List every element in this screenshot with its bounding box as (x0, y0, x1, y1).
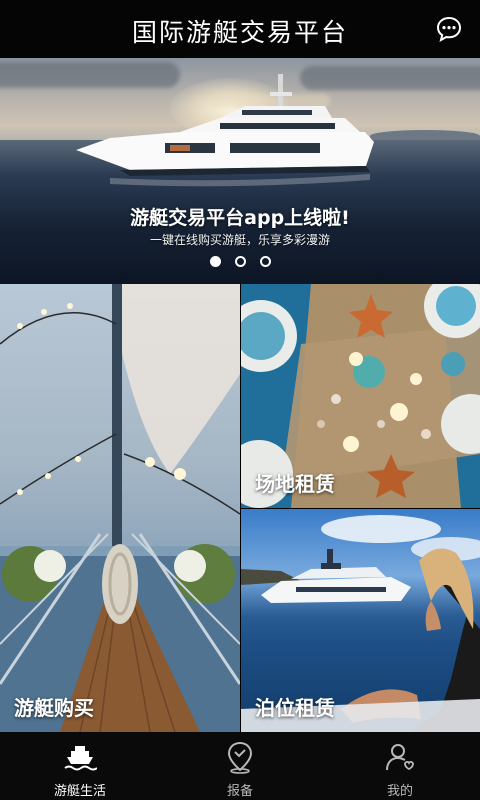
nav-item-yacht-life[interactable]: 游艇生活 (0, 732, 160, 800)
nav-label: 报备 (226, 784, 253, 799)
yacht-icon (64, 746, 97, 771)
banner-title: 游艇交易平台app上线啦! (130, 207, 350, 229)
carousel-dot[interactable] (234, 256, 246, 267)
nav-item-report[interactable]: 报备 (160, 732, 320, 800)
location-pin-icon (227, 741, 253, 774)
yacht-bow-image (0, 284, 240, 732)
nav-label: 游艇生活 (53, 784, 106, 799)
page-title: 国际游艇交易平台 (131, 18, 348, 47)
nav-item-me[interactable]: 我的 (320, 732, 480, 800)
carousel-dot[interactable] (209, 256, 221, 267)
chat-bubble-icon (436, 16, 462, 43)
bottom-nav: 游艇生活 报备 我的 (0, 732, 480, 800)
banner-carousel[interactable]: 游艇交易平台app上线啦! 一键在线购买游艇，乐享多彩漫游 (0, 58, 480, 284)
yacht-image (76, 74, 374, 187)
carousel-indicators (0, 256, 480, 267)
tile-berth-rental[interactable]: 泊位租赁 (241, 509, 480, 732)
tile-label: 场地租赁 (255, 472, 335, 496)
carousel-dot[interactable] (259, 256, 271, 267)
banner-subtitle: 一键在线购买游艇，乐享多彩漫游 (149, 233, 330, 247)
tile-venue-rental[interactable]: 场地租赁 (241, 284, 480, 508)
nav-label: 我的 (386, 784, 413, 799)
tile-label: 游艇购买 (14, 696, 94, 720)
chat-button[interactable] (436, 16, 462, 43)
app-header: 国际游艇交易平台 (0, 0, 480, 58)
tile-label: 泊位租赁 (255, 696, 335, 720)
tile-yacht-purchase[interactable]: 游艇购买 (0, 284, 240, 732)
profile-icon (386, 744, 414, 771)
